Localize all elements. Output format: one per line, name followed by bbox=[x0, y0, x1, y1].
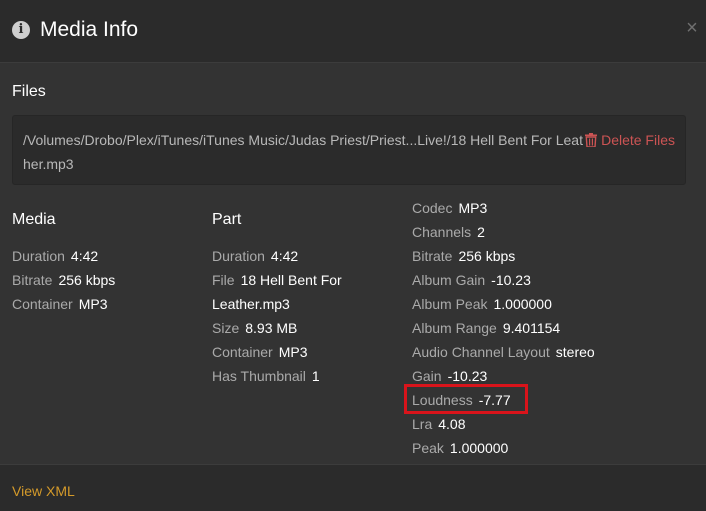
part-details: Duration 4:42 File 18 Hell Bent For Leathe… bbox=[212, 244, 342, 388]
stream-lra-row: Lra 4.08 bbox=[412, 412, 595, 436]
part-container-row: Container MP3 bbox=[212, 340, 342, 364]
media-container-row: Container MP3 bbox=[12, 292, 115, 316]
stream-details: Codec MP3 Channels 2 Bitrate 256 kbps Album… bbox=[412, 196, 595, 460]
trash-icon bbox=[585, 133, 598, 147]
media-duration-label: Duration bbox=[12, 248, 65, 264]
stream-album-gain-row: Album Gain -10.23 bbox=[412, 268, 595, 292]
info-icon: i bbox=[12, 21, 30, 39]
stream-codec-label: Codec bbox=[412, 200, 453, 216]
part-file-row: File 18 Hell Bent For bbox=[212, 268, 342, 292]
stream-peak-label: Peak bbox=[412, 440, 444, 456]
loudness-highlight-box bbox=[404, 384, 528, 414]
media-bitrate-row: Bitrate 256 kbps bbox=[12, 268, 115, 292]
stream-album-peak-label: Album Peak bbox=[412, 296, 488, 312]
part-duration-label: Duration bbox=[212, 248, 265, 264]
stream-bitrate-label: Bitrate bbox=[412, 248, 453, 264]
stream-layout-row: Audio Channel Layout stereo bbox=[412, 340, 595, 364]
stream-lra-label: Lra bbox=[412, 416, 433, 432]
file-path: /Volumes/Drobo/Plex/iTunes/iTunes Music/… bbox=[23, 132, 583, 172]
stream-album-peak-value: 1.000000 bbox=[493, 296, 552, 312]
media-duration-value: 4:42 bbox=[70, 248, 99, 264]
stream-gain-label: Gain bbox=[412, 368, 442, 384]
media-container-value: MP3 bbox=[78, 296, 108, 312]
stream-album-range-label: Album Range bbox=[412, 320, 497, 336]
files-heading: Files bbox=[12, 83, 46, 100]
stream-album-peak-row: Album Peak 1.000000 bbox=[412, 292, 595, 316]
media-details: Duration 4:42 Bitrate 256 kbps Container MP… bbox=[12, 244, 115, 316]
stream-album-range-value: 9.401154 bbox=[502, 320, 561, 336]
stream-channels-label: Channels bbox=[412, 224, 472, 240]
part-file-value-cont: Leather.mp3 bbox=[212, 296, 290, 312]
part-size-label: Size bbox=[212, 320, 240, 336]
dialog-title: Media Info bbox=[40, 18, 139, 41]
stream-channels-row: Channels 2 bbox=[412, 220, 595, 244]
part-duration-value: 4:42 bbox=[270, 248, 299, 264]
stream-layout-value: stereo bbox=[555, 344, 595, 360]
stream-codec-value: MP3 bbox=[458, 200, 488, 216]
part-heading: Part bbox=[212, 211, 242, 228]
delete-files-label: Delete Files bbox=[601, 132, 675, 148]
delete-files-button[interactable]: Delete Files bbox=[585, 128, 675, 152]
stream-lra-value: 4.08 bbox=[438, 416, 466, 432]
stream-album-gain-value: -10.23 bbox=[491, 272, 531, 288]
part-thumbnail-value: 1 bbox=[311, 368, 320, 384]
stream-layout-label: Audio Channel Layout bbox=[412, 344, 550, 360]
stream-peak-row: Peak 1.000000 bbox=[412, 436, 595, 460]
part-container-label: Container bbox=[212, 344, 273, 360]
media-bitrate-value: 256 kbps bbox=[58, 272, 116, 288]
media-duration-row: Duration 4:42 bbox=[12, 244, 115, 268]
part-file-label: File bbox=[212, 272, 235, 288]
dialog-header: i Media Info × bbox=[0, 0, 706, 63]
part-file-row-cont: Leather.mp3 bbox=[212, 292, 342, 316]
stream-codec-row: Codec MP3 bbox=[412, 196, 595, 220]
stream-album-gain-label: Album Gain bbox=[412, 272, 486, 288]
stream-bitrate-row: Bitrate 256 kbps bbox=[412, 244, 595, 268]
part-duration-row: Duration 4:42 bbox=[212, 244, 342, 268]
part-container-value: MP3 bbox=[278, 344, 308, 360]
files-box: /Volumes/Drobo/Plex/iTunes/iTunes Music/… bbox=[12, 115, 686, 185]
media-container-label: Container bbox=[12, 296, 73, 312]
part-thumbnail-row: Has Thumbnail 1 bbox=[212, 364, 342, 388]
stream-album-range-row: Album Range 9.401154 bbox=[412, 316, 595, 340]
media-bitrate-label: Bitrate bbox=[12, 272, 53, 288]
stream-gain-value: -10.23 bbox=[447, 368, 488, 384]
view-xml-link[interactable]: View XML bbox=[12, 481, 75, 501]
part-size-value: 8.93 MB bbox=[245, 320, 298, 336]
media-heading: Media bbox=[12, 211, 56, 228]
dialog-footer: View XML bbox=[0, 464, 706, 511]
stream-channels-value: 2 bbox=[477, 224, 485, 240]
part-file-value: 18 Hell Bent For bbox=[240, 272, 342, 288]
stream-bitrate-value: 256 kbps bbox=[458, 248, 516, 264]
close-icon[interactable]: × bbox=[684, 17, 700, 39]
part-thumbnail-label: Has Thumbnail bbox=[212, 368, 306, 384]
media-info-dialog: i Media Info × Files /Volumes/Drobo/Plex… bbox=[0, 0, 706, 511]
stream-peak-value: 1.000000 bbox=[449, 440, 509, 456]
part-size-row: Size 8.93 MB bbox=[212, 316, 342, 340]
